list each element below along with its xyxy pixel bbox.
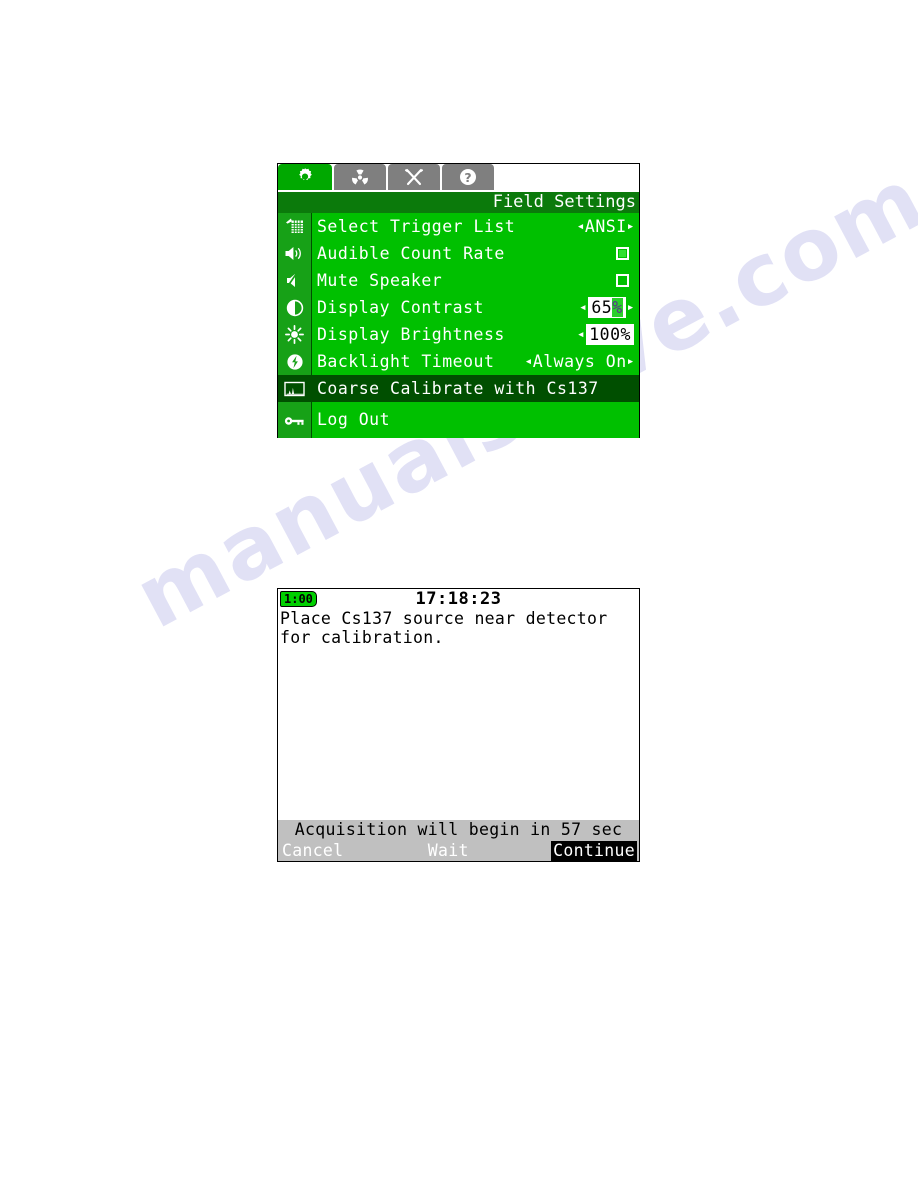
calibration-status-bar: 1:00 17:18:23: [278, 589, 639, 609]
menu-item-label: Mute Speaker: [317, 271, 443, 290]
menu-item-label: Backlight Timeout: [317, 352, 495, 371]
instruction-line-2: for calibration.: [280, 628, 444, 647]
field-value: 100%: [589, 325, 631, 344]
speaker-mute-icon: [278, 267, 312, 294]
page-title: Field Settings: [278, 192, 639, 213]
crossed-tools-icon: [403, 167, 425, 187]
menu-item-log-out[interactable]: Log Out: [278, 402, 639, 438]
speaker-on-icon: [278, 240, 312, 267]
display-contrast-field[interactable]: 65%: [588, 297, 626, 318]
field-settings-screen: ? Field Settings Select Trigger List ◂ A…: [277, 163, 640, 438]
calibration-prompt-screen: 1:00 17:18:23 Place Cs137 source near de…: [277, 588, 640, 862]
contrast-icon: [278, 294, 312, 321]
trigger-list-icon: [278, 213, 312, 240]
menu-item-value[interactable]: ◂ ANSI ▸: [577, 213, 639, 240]
tab-tools[interactable]: [388, 164, 440, 190]
tab-radiation[interactable]: [334, 164, 386, 190]
audible-count-rate-checkbox[interactable]: [616, 247, 629, 260]
menu-item-backlight-timeout[interactable]: Backlight Timeout ◂ Always On ▸: [278, 348, 639, 375]
menu-item-audible-count-rate[interactable]: Audible Count Rate: [278, 240, 639, 267]
tab-bar: ?: [278, 164, 639, 192]
settings-menu-list: Select Trigger List ◂ ANSI ▸ Audible Cou…: [278, 213, 639, 438]
field-value: 65: [591, 298, 613, 317]
wait-button[interactable]: Wait: [426, 841, 471, 861]
svg-text:?: ?: [464, 170, 471, 185]
spinner-left-arrow[interactable]: ◂: [579, 294, 587, 321]
menu-item-display-contrast[interactable]: Display Contrast ◂ 65% ▸: [278, 294, 639, 321]
menu-item-label: Select Trigger List: [317, 217, 516, 236]
spinner-left-arrow[interactable]: ◂: [524, 348, 532, 375]
key-icon: [278, 402, 312, 438]
spectrum-icon: [278, 375, 312, 402]
acquisition-countdown-text: Acquisition will begin in 57 sec: [278, 820, 639, 840]
trefoil-icon: [350, 168, 370, 186]
continue-button[interactable]: Continue: [551, 840, 637, 861]
menu-item-label: Log Out: [317, 410, 391, 429]
spinner-value: ANSI: [584, 217, 627, 236]
calibration-instruction-text: Place Cs137 source near detector for cal…: [278, 609, 639, 820]
menu-item-coarse-calibrate[interactable]: Coarse Calibrate with Cs137: [278, 375, 639, 402]
question-mark-icon: ?: [458, 167, 478, 187]
menu-item-label: Audible Count Rate: [317, 244, 505, 263]
menu-item-value[interactable]: [616, 247, 639, 260]
softkey-bar: Cancel Wait Continue: [278, 840, 639, 861]
spinner-right-arrow[interactable]: ▸: [627, 348, 635, 375]
spinner-left-arrow[interactable]: ◂: [577, 213, 585, 240]
menu-item-value[interactable]: ◂ 100%: [577, 321, 639, 348]
menu-item-label: Coarse Calibrate with Cs137: [317, 379, 599, 398]
field-cursor: %: [612, 298, 623, 317]
mute-speaker-checkbox[interactable]: [616, 274, 629, 287]
cancel-button[interactable]: Cancel: [280, 841, 345, 861]
instruction-line-1: Place Cs137 source near detector: [280, 609, 608, 628]
menu-item-mute-speaker[interactable]: Mute Speaker: [278, 267, 639, 294]
spinner-value: Always On: [532, 352, 627, 371]
tab-settings[interactable]: [278, 164, 332, 190]
menu-item-label: Display Brightness: [317, 325, 505, 344]
gear-icon: [295, 167, 315, 187]
spinner-right-arrow[interactable]: ▸: [627, 213, 635, 240]
clock-display: 17:18:23: [415, 589, 502, 609]
spinner-right-arrow[interactable]: ▸: [627, 294, 635, 321]
menu-item-value[interactable]: [616, 274, 639, 287]
menu-item-value[interactable]: ◂ Always On ▸: [524, 348, 639, 375]
display-brightness-field[interactable]: 100%: [586, 324, 634, 345]
menu-item-value[interactable]: ◂ 65% ▸: [579, 294, 639, 321]
menu-item-label: Display Contrast: [317, 298, 484, 317]
brightness-icon: [278, 321, 312, 348]
spinner-left-arrow[interactable]: ◂: [577, 321, 585, 348]
menu-item-select-trigger-list[interactable]: Select Trigger List ◂ ANSI ▸: [278, 213, 639, 240]
tab-help[interactable]: ?: [442, 164, 494, 190]
backlight-icon: [278, 348, 312, 375]
menu-item-display-brightness[interactable]: Display Brightness ◂ 100%: [278, 321, 639, 348]
